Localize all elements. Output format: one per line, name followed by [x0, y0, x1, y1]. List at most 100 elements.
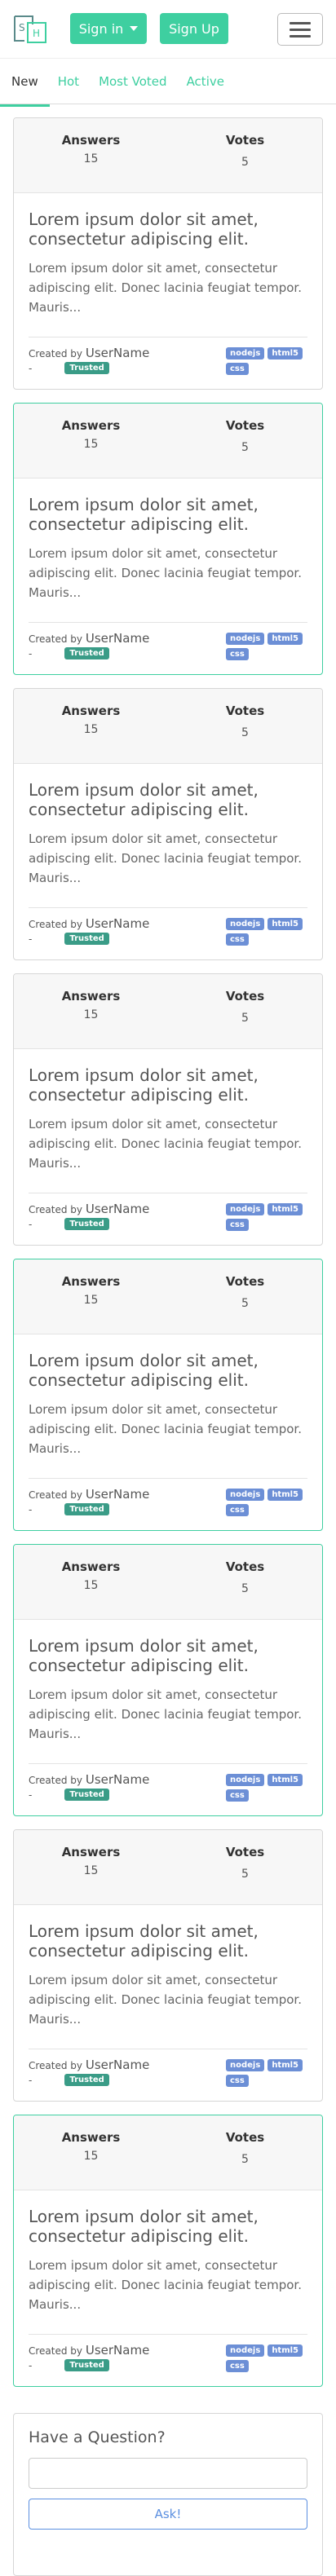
tag-css[interactable]: css — [226, 2360, 249, 2372]
question-card[interactable]: Answers 15 Votes 5 Lorem ipsum dolor sit… — [13, 2115, 323, 2387]
question-list: Answers 15 Votes 5 Lorem ipsum dolor sit… — [0, 117, 336, 2387]
votes-label: Votes — [225, 133, 265, 148]
menu-toggle-button[interactable] — [277, 13, 323, 46]
created-by-label: Created by — [29, 2060, 83, 2071]
signin-button[interactable]: Sign in — [70, 13, 147, 44]
answers-stat: Answers 15 — [14, 1274, 168, 1334]
question-card[interactable]: Answers 15 Votes 5 Lorem ipsum dolor sit… — [13, 117, 323, 390]
tag-nodejs[interactable]: nodejs — [226, 1203, 265, 1215]
question-card[interactable]: Answers 15 Votes 5 Lorem ipsum dolor sit… — [13, 973, 323, 1246]
username-link[interactable]: UserName — [86, 1772, 149, 1787]
card-meta: Created by UserName - Trusted nodejs htm… — [29, 622, 307, 660]
tag-nodejs[interactable]: nodejs — [226, 633, 265, 645]
tab-most-voted[interactable]: Most Voted — [99, 74, 167, 89]
tag-html5[interactable]: html5 — [267, 633, 303, 645]
username-link[interactable]: UserName — [86, 1487, 149, 1502]
signup-label: Sign Up — [169, 20, 219, 37]
question-input[interactable] — [29, 2458, 307, 2489]
card-meta: Created by UserName - Trusted nodejs htm… — [29, 907, 307, 946]
answers-label: Answers — [61, 1559, 121, 1574]
tag-html5[interactable]: html5 — [267, 347, 303, 359]
votes-count: 5 — [241, 726, 249, 739]
tab-active[interactable]: Active — [187, 74, 224, 89]
menu-icon — [290, 21, 311, 24]
tag-css[interactable]: css — [226, 648, 249, 660]
separator: - — [29, 1218, 33, 1230]
question-excerpt: Lorem ipsum dolor sit amet, consectetur … — [29, 546, 302, 600]
question-card[interactable]: Answers 15 Votes 5 Lorem ipsum dolor sit… — [13, 1544, 323, 1816]
created-by-label: Created by — [29, 1489, 83, 1501]
created-by-label: Created by — [29, 2345, 83, 2357]
username-link[interactable]: UserName — [86, 1202, 149, 1216]
tag-nodejs[interactable]: nodejs — [226, 918, 265, 930]
question-card[interactable]: Answers 15 Votes 5 Lorem ipsum dolor sit… — [13, 688, 323, 960]
username-link[interactable]: UserName — [86, 2058, 149, 2072]
separator: - — [29, 647, 33, 659]
tag-css[interactable]: css — [226, 363, 249, 375]
tab-hot[interactable]: Hot — [58, 74, 79, 89]
card-body: Lorem ipsum dolor sit amet, consectetur … — [14, 1620, 322, 1802]
tag-html5[interactable]: html5 — [267, 2344, 303, 2357]
tag-html5[interactable]: html5 — [267, 1774, 303, 1786]
tag-css[interactable]: css — [226, 1789, 249, 1802]
question-title[interactable]: Lorem ipsum dolor sit amet, consectetur … — [29, 1921, 307, 1961]
card-stats: Answers 15 Votes 5 — [14, 1830, 322, 1905]
tag-css[interactable]: css — [226, 933, 249, 946]
separator: - — [29, 2359, 33, 2371]
question-title[interactable]: Lorem ipsum dolor sit amet, consectetur … — [29, 1351, 307, 1390]
username-link[interactable]: UserName — [86, 346, 149, 360]
answers-count: 15 — [83, 1294, 99, 1307]
tag-nodejs[interactable]: nodejs — [226, 347, 265, 359]
card-stats: Answers 15 Votes 5 — [14, 1259, 322, 1334]
signup-button[interactable]: Sign Up — [160, 13, 228, 44]
tag-nodejs[interactable]: nodejs — [226, 2344, 265, 2357]
answers-label: Answers — [61, 704, 121, 718]
question-title[interactable]: Lorem ipsum dolor sit amet, consectetur … — [29, 495, 307, 534]
trusted-badge: Trusted — [64, 647, 109, 659]
ask-button[interactable]: Ask! — [29, 2499, 307, 2530]
author-info: Created by UserName - Trusted — [29, 346, 149, 375]
question-card[interactable]: Answers 15 Votes 5 Lorem ipsum dolor sit… — [13, 1259, 323, 1531]
username-link[interactable]: UserName — [86, 631, 149, 646]
author-info: Created by UserName - Trusted — [29, 1487, 149, 1516]
question-excerpt: Lorem ipsum dolor sit amet, consectetur … — [29, 1117, 302, 1171]
tag-html5[interactable]: html5 — [267, 2059, 303, 2071]
question-excerpt: Lorem ipsum dolor sit amet, consectetur … — [29, 831, 302, 885]
created-by-label: Created by — [29, 633, 83, 645]
question-title[interactable]: Lorem ipsum dolor sit amet, consectetur … — [29, 210, 307, 249]
ask-question-box: Have a Question? Ask! — [13, 2413, 323, 2576]
tag-css[interactable]: css — [226, 1504, 249, 1516]
logo-icon[interactable]: S H — [11, 11, 49, 46]
card-stats: Answers 15 Votes 5 — [14, 1545, 322, 1620]
tab-new[interactable]: New — [0, 74, 50, 107]
question-card[interactable]: Answers 15 Votes 5 Lorem ipsum dolor sit… — [13, 1829, 323, 2102]
tag-nodejs[interactable]: nodejs — [226, 1489, 265, 1501]
question-title[interactable]: Lorem ipsum dolor sit amet, consectetur … — [29, 2207, 307, 2246]
votes-stat: Votes 5 — [168, 1845, 322, 1904]
author-info: Created by UserName - Trusted — [29, 916, 149, 946]
votes-stat: Votes 5 — [168, 989, 322, 1048]
username-link[interactable]: UserName — [86, 2343, 149, 2358]
separator: - — [29, 1789, 33, 1801]
card-stats: Answers 15 Votes 5 — [14, 689, 322, 764]
question-title[interactable]: Lorem ipsum dolor sit amet, consectetur … — [29, 1065, 307, 1105]
votes-stat: Votes 5 — [168, 2130, 322, 2190]
username-link[interactable]: UserName — [86, 916, 149, 931]
answers-label: Answers — [61, 1845, 121, 1859]
tag-list: nodejs html5 css — [226, 916, 307, 946]
votes-stat: Votes 5 — [168, 1274, 322, 1334]
votes-label: Votes — [225, 1274, 265, 1289]
question-title[interactable]: Lorem ipsum dolor sit amet, consectetur … — [29, 1636, 307, 1675]
question-title[interactable]: Lorem ipsum dolor sit amet, consectetur … — [29, 780, 307, 819]
tag-html5[interactable]: html5 — [267, 1203, 303, 1215]
author-info: Created by UserName - Trusted — [29, 1772, 149, 1802]
tag-css[interactable]: css — [226, 2075, 249, 2087]
votes-stat: Votes 5 — [168, 1559, 322, 1619]
tag-css[interactable]: css — [226, 1219, 249, 1231]
tag-nodejs[interactable]: nodejs — [226, 1774, 265, 1786]
question-card[interactable]: Answers 15 Votes 5 Lorem ipsum dolor sit… — [13, 403, 323, 675]
tag-html5[interactable]: html5 — [267, 918, 303, 930]
tag-nodejs[interactable]: nodejs — [226, 2059, 265, 2071]
tag-html5[interactable]: html5 — [267, 1489, 303, 1501]
answers-label: Answers — [61, 2130, 121, 2145]
